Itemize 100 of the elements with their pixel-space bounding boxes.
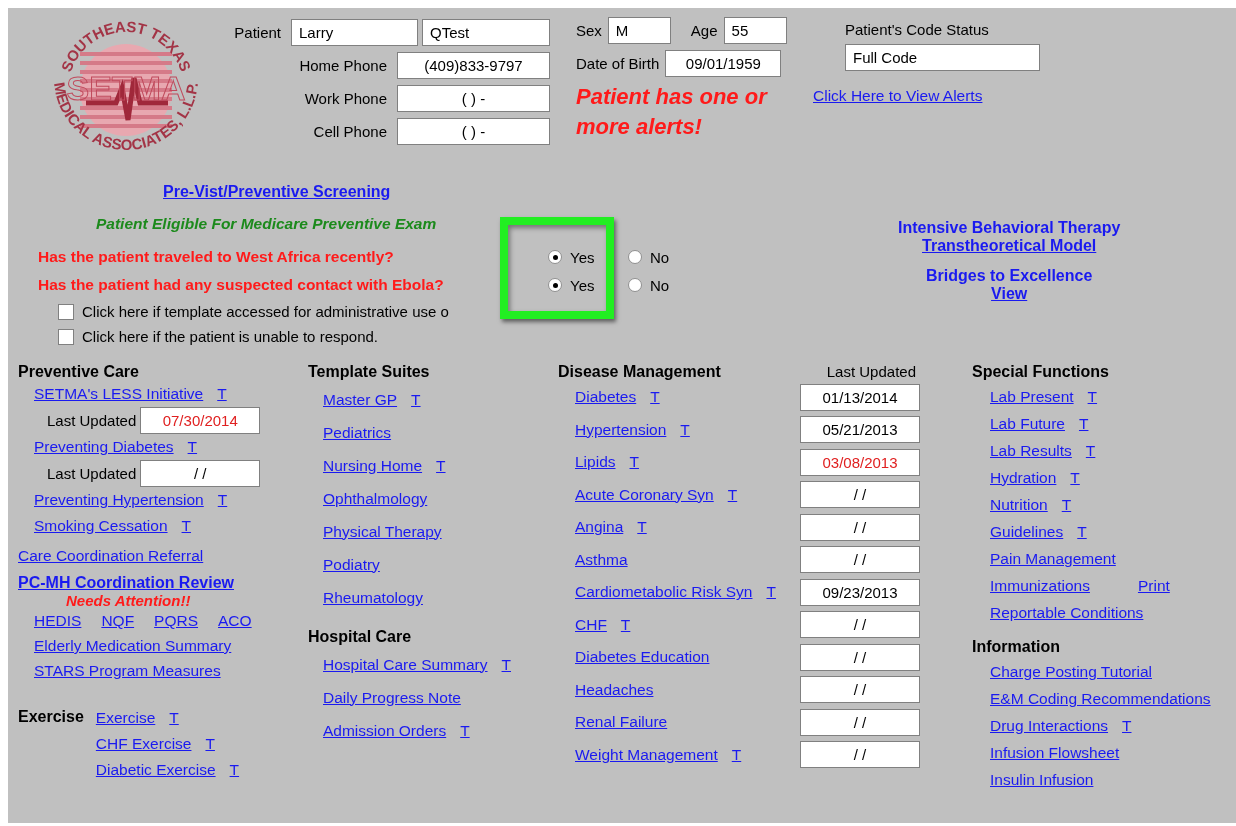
link[interactable]: ACO <box>218 612 252 630</box>
link[interactable]: Lab Results <box>990 441 1072 460</box>
link[interactable]: Lipids <box>575 453 616 472</box>
template-link[interactable]: T <box>460 721 470 740</box>
text-field[interactable]: QTest <box>422 19 550 46</box>
text-field[interactable]: 09/01/1959 <box>665 50 782 77</box>
template-link[interactable]: T <box>169 709 179 727</box>
link[interactable]: Hypertension <box>575 420 667 439</box>
link[interactable]: Master GP <box>323 390 398 409</box>
radio-button[interactable] <box>548 278 562 292</box>
link[interactable]: Diabetes Education <box>575 648 710 667</box>
link[interactable]: Admission Orders <box>323 721 447 740</box>
text-field[interactable]: Larry <box>291 19 418 46</box>
date-field[interactable]: 01/13/2014 <box>800 383 920 411</box>
link[interactable]: Elderly Medication Summary <box>34 633 232 658</box>
template-link[interactable]: T <box>217 487 228 513</box>
template-link[interactable]: T <box>501 655 511 674</box>
text-field[interactable]: Full Code <box>845 44 1040 71</box>
link[interactable]: Nursing Home <box>323 456 423 475</box>
text-field[interactable]: (409)833-9797 <box>397 52 550 79</box>
screening-link[interactable]: Pre-Vist/Preventive Screening <box>163 183 391 201</box>
link[interactable]: Podiatry <box>323 555 380 574</box>
date-field[interactable]: / / <box>800 481 920 509</box>
print-link[interactable]: Print <box>1137 576 1170 595</box>
date-field[interactable]: / / <box>800 643 920 671</box>
text-field[interactable]: ( ) - <box>397 118 550 145</box>
program-link[interactable]: Transtheoretical Model <box>922 237 1097 255</box>
link[interactable]: Smoking Cessation <box>34 513 168 539</box>
template-link[interactable]: T <box>680 420 690 439</box>
link[interactable]: Hydration <box>990 468 1057 487</box>
template-link[interactable]: T <box>731 745 742 764</box>
template-link[interactable]: T <box>620 615 631 634</box>
link[interactable]: Guidelines <box>990 522 1064 541</box>
template-link[interactable]: T <box>436 456 446 475</box>
link[interactable]: Weight Management <box>575 745 718 764</box>
date-field[interactable]: / / <box>800 741 920 769</box>
template-link[interactable]: T <box>629 453 639 472</box>
link[interactable]: Lab Future <box>990 414 1065 433</box>
template-link[interactable]: T <box>650 388 660 407</box>
link[interactable]: CHF Exercise <box>95 735 192 753</box>
link[interactable]: Asthma <box>575 550 628 569</box>
date-field[interactable]: / / <box>800 513 920 541</box>
template-link[interactable]: T <box>411 390 421 409</box>
link[interactable]: Drug Interactions <box>990 716 1109 735</box>
link[interactable]: Preventing Diabetes <box>34 434 174 460</box>
link[interactable]: Daily Progress Note <box>323 688 461 707</box>
template-link[interactable]: T <box>229 761 240 779</box>
link[interactable]: Infusion Flowsheet <box>990 743 1120 762</box>
link[interactable]: STARS Program Measures <box>34 658 221 683</box>
template-link[interactable]: T <box>1087 387 1098 406</box>
radio-button[interactable] <box>628 278 642 292</box>
link[interactable]: Lab Present <box>990 387 1074 406</box>
link[interactable]: SETMA's LESS Initiative <box>34 381 204 407</box>
link[interactable]: Reportable Conditions <box>990 603 1144 622</box>
link[interactable]: Immunizations <box>990 576 1090 595</box>
link[interactable]: NQF <box>101 612 135 630</box>
link[interactable]: Renal Failure <box>575 713 668 732</box>
view-alerts-link[interactable]: Click Here to View Alerts <box>813 87 983 105</box>
date-field[interactable]: 03/08/2013 <box>800 448 920 476</box>
link[interactable]: HEDIS <box>34 612 82 630</box>
template-link[interactable]: T <box>766 583 776 602</box>
link[interactable]: Rheumatology <box>323 588 423 607</box>
date-field[interactable]: / / <box>800 546 920 574</box>
text-field[interactable]: M <box>607 17 671 44</box>
template-link[interactable]: T <box>217 381 227 407</box>
link[interactable]: Headaches <box>575 680 654 699</box>
link[interactable]: Insulin Infusion <box>990 770 1094 789</box>
template-link[interactable]: T <box>1077 522 1087 541</box>
date-field[interactable]: 07/30/2014 <box>140 407 261 434</box>
date-field[interactable]: / / <box>800 676 920 704</box>
link[interactable]: E&M Coding Recommendations <box>990 689 1211 708</box>
link[interactable]: Ophthalmology <box>323 489 428 508</box>
checkbox[interactable] <box>58 303 74 320</box>
radio-button[interactable] <box>628 250 642 264</box>
link[interactable]: Diabetic Exercise <box>95 761 216 779</box>
link[interactable]: Hospital Care Summary <box>323 655 488 674</box>
link[interactable]: PQRS <box>154 612 199 630</box>
template-link[interactable]: T <box>1122 716 1132 735</box>
date-field[interactable]: / / <box>800 708 920 736</box>
checkbox[interactable] <box>58 328 74 345</box>
link[interactable]: Cardiometabolic Risk Syn <box>575 583 753 602</box>
template-link[interactable]: T <box>637 518 647 537</box>
link[interactable]: Exercise <box>95 709 156 727</box>
text-field[interactable]: 55 <box>723 17 787 44</box>
link[interactable]: Acute Coronary Syn <box>575 485 714 504</box>
link[interactable]: PC-MH Coordination Review <box>18 574 234 592</box>
link[interactable]: Preventing Hypertension <box>34 487 204 513</box>
template-link[interactable]: T <box>727 485 738 504</box>
link[interactable]: Diabetes <box>575 388 637 407</box>
template-link[interactable]: T <box>1085 441 1096 460</box>
link[interactable]: Charge Posting Tutorial <box>990 662 1152 681</box>
date-field[interactable]: 05/21/2013 <box>800 416 920 444</box>
link[interactable]: Pediatrics <box>323 423 392 442</box>
link[interactable]: Pain Management <box>990 549 1116 568</box>
template-link[interactable]: T <box>1070 468 1080 487</box>
link[interactable]: Angina <box>575 518 624 537</box>
text-field[interactable]: ( ) - <box>397 85 550 112</box>
template-link[interactable]: T <box>1061 495 1072 514</box>
radio-button[interactable] <box>548 250 562 264</box>
template-link[interactable]: T <box>187 434 198 460</box>
